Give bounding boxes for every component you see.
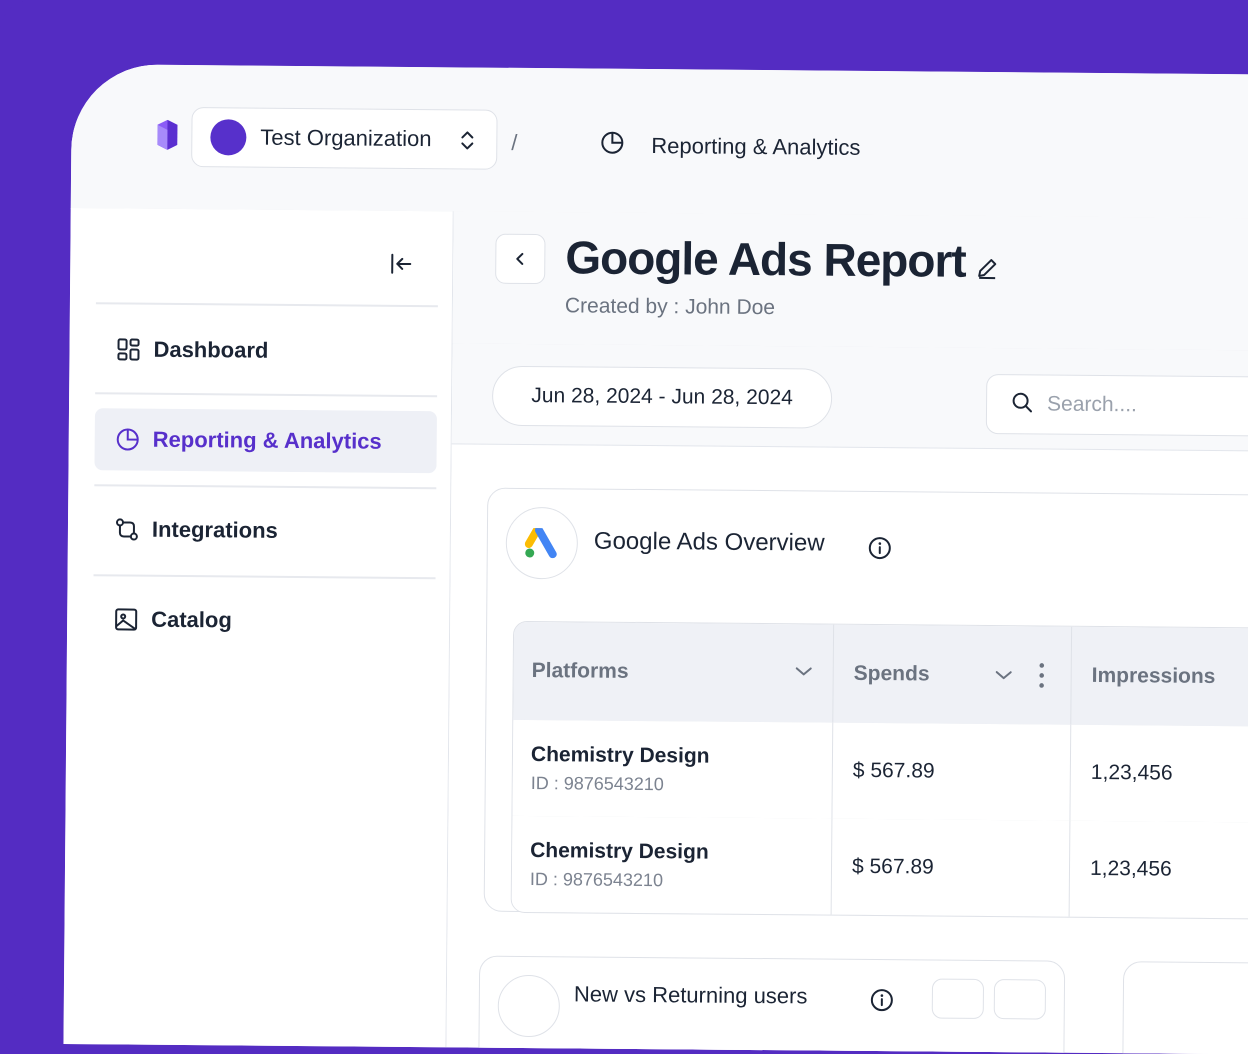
chevron-up-down-icon: [460, 130, 474, 155]
next-card: [1122, 961, 1248, 1054]
date-range-picker[interactable]: Jun 28, 2024 - Jun 28, 2024: [491, 365, 833, 429]
google-ads-logo-icon: [497, 974, 561, 1038]
pie-chart-icon: [599, 130, 625, 161]
impressions-cell: 1,23,456: [1070, 725, 1248, 823]
divider: [95, 392, 438, 398]
app-window: Test Organization / Reporting & Analytic…: [63, 64, 1248, 1054]
chevron-down-icon[interactable]: [995, 668, 1013, 686]
card-menu-button[interactable]: [993, 979, 1047, 1020]
collapse-sidebar-icon[interactable]: [388, 251, 414, 282]
table-row[interactable]: Chemistry Design ID : 9876543210 $ 567.8…: [511, 815, 1248, 919]
platform-id: ID : 9876543210: [529, 868, 664, 890]
column-header-spends[interactable]: Spends: [833, 624, 1073, 725]
info-icon[interactable]: [870, 988, 894, 1017]
impressions-cell: 1,23,456: [1070, 821, 1248, 919]
google-ads-overview-card: Google Ads Overview Platforms Spends Imp…: [483, 487, 1248, 920]
google-ads-logo-icon: [505, 506, 579, 580]
filter-bar: Jun 28, 2024 - Jun 28, 2024: [451, 343, 1248, 452]
spends-value: $ 567.89: [852, 758, 935, 783]
organization-avatar: [210, 119, 247, 156]
page-title: Google Ads Report: [565, 231, 966, 287]
column-header-label: Impressions: [1091, 663, 1216, 689]
column-header-label: Spends: [853, 661, 930, 686]
dashboard-grid-icon: [115, 336, 141, 362]
card-title: Google Ads Overview: [593, 527, 825, 557]
sidebar-item-label: Dashboard: [153, 336, 269, 363]
platform-id: ID : 9876543210: [530, 772, 664, 794]
sidebar-item-label: Catalog: [151, 606, 232, 633]
card-action-button[interactable]: [931, 978, 985, 1019]
organization-name: Test Organization: [260, 124, 432, 152]
sidebar-item-label: Reporting & Analytics: [152, 426, 382, 454]
column-header-platforms[interactable]: Platforms: [513, 621, 835, 723]
search-icon: [1011, 391, 1033, 418]
chevron-left-icon: [516, 252, 524, 265]
overview-table: Platforms Spends Impressions Chemistry D…: [510, 620, 1248, 920]
spends-cell: $ 567.89: [832, 722, 1072, 821]
breadcrumb-current[interactable]: Reporting & Analytics: [651, 133, 860, 161]
main-content: Google Ads Report Created by : John Doe …: [446, 211, 1248, 1054]
card-title: New vs Returning users: [573, 981, 808, 1009]
impressions-value: 1,23,456: [1089, 856, 1172, 881]
app-logo-icon[interactable]: [157, 119, 178, 155]
divider: [95, 302, 438, 308]
spends-cell: $ 567.89: [831, 818, 1071, 917]
new-vs-returning-card: New vs Returning users: [478, 955, 1066, 1054]
platform-name: Chemistry Design: [530, 838, 709, 864]
sidebar-item-dashboard[interactable]: Dashboard: [95, 318, 438, 383]
edit-pencil-icon[interactable]: [975, 256, 999, 285]
pie-chart-icon: [115, 426, 141, 452]
created-by-text: Created by : John Doe: [564, 294, 776, 320]
platform-name: Chemistry Design: [530, 742, 710, 768]
info-icon[interactable]: [868, 536, 892, 565]
table-row[interactable]: Chemistry Design ID : 9876543210 $ 567.8…: [512, 719, 1248, 824]
sidebar-item-label: Integrations: [151, 516, 278, 543]
git-compare-icon: [114, 516, 140, 542]
column-header-impressions[interactable]: Impressions: [1071, 627, 1248, 727]
image-icon: [113, 606, 139, 632]
table-header-row: Platforms Spends Impressions: [513, 621, 1248, 728]
breadcrumb-separator: /: [511, 129, 518, 155]
search-box[interactable]: [985, 373, 1248, 437]
divider: [94, 484, 437, 490]
sidebar-item-catalog[interactable]: Catalog: [93, 588, 436, 653]
organization-selector[interactable]: Test Organization: [191, 107, 498, 170]
report-header: Google Ads Report Created by : John Doe: [452, 211, 1248, 352]
chevron-down-icon[interactable]: [795, 664, 813, 682]
platform-cell: Chemistry Design ID : 9876543210: [511, 815, 833, 915]
platform-cell: Chemistry Design ID : 9876543210: [512, 719, 834, 819]
spends-value: $ 567.89: [851, 854, 934, 879]
sidebar-item-reporting-analytics[interactable]: Reporting & Analytics: [94, 408, 437, 474]
search-input[interactable]: [1044, 391, 1248, 420]
impressions-value: 1,23,456: [1090, 760, 1173, 785]
column-header-label: Platforms: [531, 659, 629, 683]
top-bar: Test Organization / Reporting & Analytic…: [70, 64, 1248, 220]
more-vertical-icon[interactable]: [1039, 662, 1045, 693]
back-button[interactable]: [495, 233, 546, 285]
sidebar: Dashboard Reporting & Analytics Integrat…: [63, 207, 454, 1052]
date-range-label: Jun 28, 2024 - Jun 28, 2024: [531, 384, 793, 410]
divider: [93, 574, 436, 580]
sidebar-item-integrations[interactable]: Integrations: [94, 498, 437, 563]
